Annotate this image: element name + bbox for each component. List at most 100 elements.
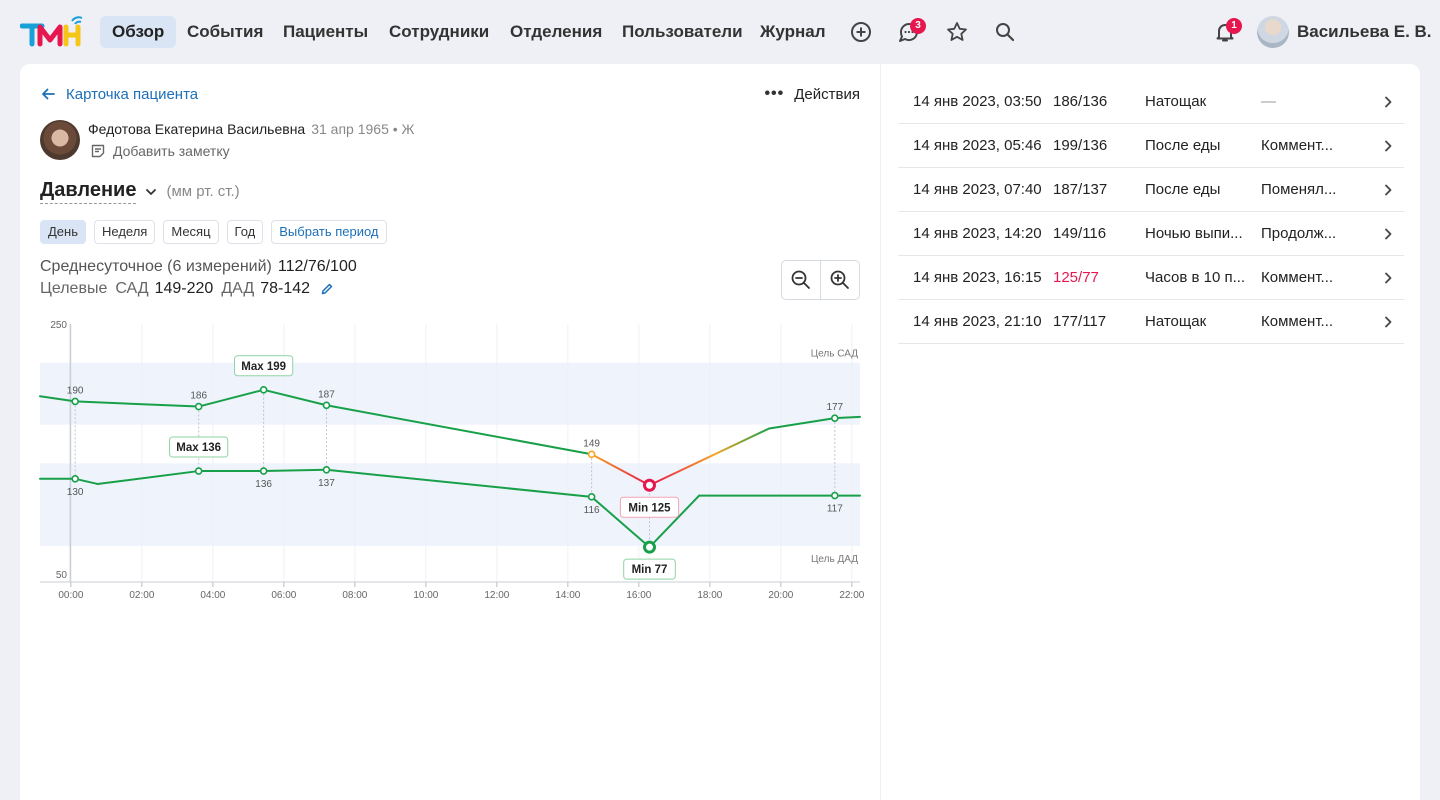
- zoom-in-button[interactable]: [821, 261, 860, 299]
- chevron-right-icon: [1345, 183, 1395, 197]
- chevron-right-icon: [1345, 139, 1395, 153]
- measurement-context: Натощак: [1145, 93, 1207, 110]
- nav-item[interactable]: Пользователи: [610, 16, 755, 48]
- sad-point: [642, 478, 656, 492]
- measurement-comment: Поменял...: [1261, 181, 1337, 198]
- chat-badge: 3: [910, 18, 926, 34]
- zoom-in-icon: [830, 270, 849, 289]
- y-tick-label: 50: [56, 570, 68, 581]
- zoom-out-button[interactable]: [782, 261, 821, 299]
- dad-point: [322, 465, 331, 474]
- measurement-row[interactable]: 14 янв 2023, 07:40 187/137 После еды Поменя…: [898, 168, 1404, 212]
- back-link-label: Карточка пациента: [66, 85, 199, 103]
- x-tick-label: 18:00: [697, 590, 722, 601]
- metric-unit: (мм рт. ст.): [166, 183, 240, 200]
- plus-circle-icon[interactable]: [849, 20, 873, 44]
- sad-point: [322, 401, 331, 410]
- sad-point: [259, 385, 268, 394]
- measurement-time: 14 янв 2023, 07:40: [913, 181, 1042, 198]
- tooltip-label: Max 199: [241, 361, 286, 373]
- average-value: 112/76/100: [277, 258, 357, 275]
- sad-point: [830, 414, 839, 422]
- period-option[interactable]: Год: [226, 220, 264, 244]
- user-avatar[interactable]: [1257, 16, 1289, 48]
- measurement-value: 125/77: [1053, 269, 1099, 286]
- x-tick-label: 22:00: [839, 590, 864, 601]
- period-option[interactable]: Неделя: [94, 220, 156, 244]
- data-label: 136: [255, 479, 272, 490]
- note-icon: [91, 144, 105, 158]
- blood-pressure-chart[interactable]: 00:00 02:00 04:00 06:00 08:00 10:00 12:00 14:00…: [20, 312, 880, 612]
- search-icon[interactable]: [993, 20, 1017, 44]
- average-label: Среднесуточное (6 измерений): [40, 258, 272, 275]
- metric-selector[interactable]: Давление (мм рт. ст.): [40, 179, 240, 204]
- measurement-row[interactable]: 14 янв 2023, 03:50 186/136 Натощак —: [898, 80, 1404, 124]
- measurement-context: Часов в 10 п...: [1145, 269, 1246, 286]
- measurement-time: 14 янв 2023, 21:10: [913, 313, 1042, 330]
- period-option[interactable]: День: [40, 220, 86, 244]
- star-icon[interactable]: [945, 20, 969, 44]
- x-tick-label: 06:00: [271, 590, 296, 601]
- nav-item[interactable]: Журнал: [748, 16, 838, 48]
- period-option[interactable]: Выбрать период: [271, 220, 387, 244]
- measurement-value: 186/136: [1053, 93, 1108, 110]
- x-tick-label: 02:00: [129, 590, 154, 601]
- y-tick-label: 250: [50, 320, 67, 331]
- dad-point: [194, 467, 203, 475]
- tooltip-label: Min 77: [632, 564, 668, 576]
- target-values: Целевые САД 149-220 ДАД 78-142: [40, 280, 334, 298]
- daily-average: Среднесуточное (6 измерений) 112/76/100: [40, 258, 357, 276]
- app-logo[interactable]: [20, 14, 86, 48]
- metric-title: Давление: [40, 179, 137, 204]
- measurement-time: 14 янв 2023, 03:50: [913, 93, 1042, 110]
- data-label: 130: [67, 487, 84, 498]
- add-note-button[interactable]: Добавить заметку: [90, 143, 230, 159]
- actions-menu-button[interactable]: ••• Действия: [764, 84, 860, 104]
- zoom-out-icon: [791, 270, 810, 289]
- measurements-panel: 14 янв 2023, 03:50 186/136 Натощак —14 янв …: [881, 64, 1420, 800]
- dad-point: [642, 540, 656, 554]
- measurement-context: Ночью выпи...: [1145, 225, 1243, 242]
- nav-item[interactable]: Обзор: [100, 16, 177, 48]
- data-label: 177: [826, 402, 843, 413]
- measurement-time: 14 янв 2023, 05:46: [913, 137, 1042, 154]
- measurement-context: После еды: [1145, 137, 1221, 154]
- add-note-label: Добавить заметку: [113, 143, 230, 159]
- chevron-right-icon: [1345, 271, 1395, 285]
- target-band-sad: [40, 362, 860, 425]
- measurement-row[interactable]: 14 янв 2023, 16:15 125/77 Часов в 10 п... К…: [898, 256, 1404, 300]
- target-dad-label: Цель ДАД: [811, 554, 858, 565]
- arrow-left-icon: [42, 88, 55, 100]
- x-tick-label: 10:00: [413, 590, 438, 601]
- measurement-row[interactable]: 14 янв 2023, 21:10 177/117 Натощак Коммент.…: [898, 300, 1404, 344]
- sad-label: САД: [115, 280, 149, 297]
- sad-point: [71, 397, 79, 406]
- user-name[interactable]: Васильева Е. В.: [1297, 22, 1432, 42]
- top-navigation: Обзор События Пациенты Сотрудники Отделения П…: [0, 0, 1440, 64]
- back-to-patient-card-link[interactable]: Карточка пациента: [40, 84, 198, 104]
- chevron-down-icon: [146, 188, 157, 195]
- data-label: 186: [190, 391, 207, 402]
- x-tick-label: 14:00: [555, 590, 580, 601]
- sad-point: [587, 450, 596, 459]
- measurement-comment: Коммент...: [1261, 269, 1334, 286]
- measurement-comment: Коммент...: [1261, 313, 1334, 330]
- dad-label: ДАД: [221, 280, 255, 297]
- x-tick-label: 12:00: [484, 590, 509, 601]
- measurement-row[interactable]: 14 янв 2023, 05:46 199/136 После еды Коммен…: [898, 124, 1404, 168]
- data-label: 190: [67, 385, 84, 396]
- nav-item[interactable]: Сотрудники: [377, 16, 501, 48]
- measurement-context: Натощак: [1145, 313, 1207, 330]
- target-sad-label: Цель САД: [811, 349, 858, 360]
- period-option[interactable]: Месяц: [163, 220, 219, 244]
- measurement-row[interactable]: 14 янв 2023, 14:20 149/116 Ночью выпи... Пр…: [898, 212, 1404, 256]
- x-tick-label: 04:00: [200, 590, 225, 601]
- chevron-right-icon: [1345, 315, 1395, 329]
- nav-item[interactable]: Отделения: [498, 16, 614, 48]
- nav-item[interactable]: Пациенты: [271, 16, 380, 48]
- measurement-context: После еды: [1145, 181, 1221, 198]
- edit-pencil-icon[interactable]: [320, 282, 334, 296]
- data-label: 116: [584, 505, 600, 516]
- sad-point: [194, 402, 203, 411]
- nav-item[interactable]: События: [175, 16, 275, 48]
